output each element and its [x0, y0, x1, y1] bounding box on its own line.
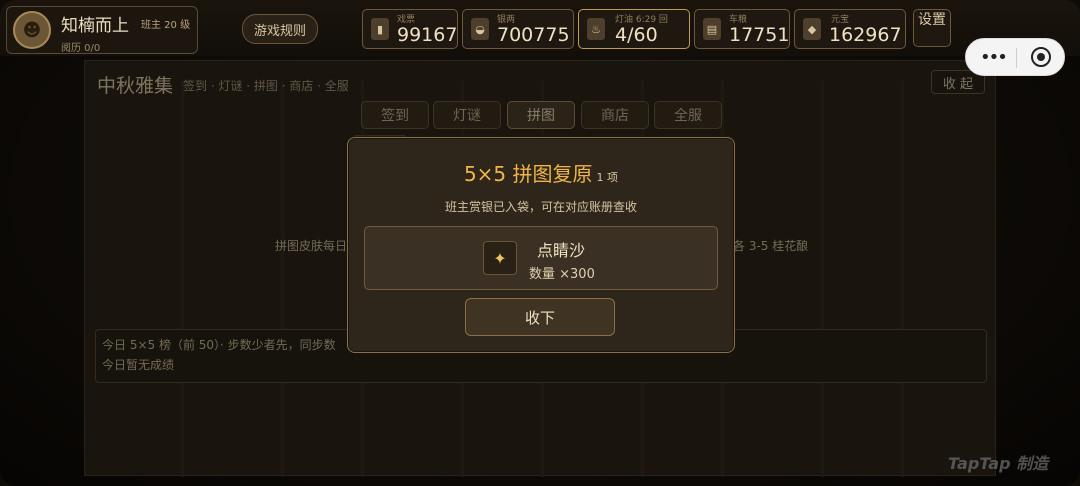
ticket-icon: ▮ — [371, 18, 389, 40]
resource-tickets[interactable]: ▮ 戏票 99167 — [362, 9, 458, 49]
reward-item: ✦ 点睛沙 数量 ×300 — [364, 226, 718, 290]
capsule-divider — [1016, 48, 1017, 68]
resource-value: 700775 — [497, 24, 570, 46]
player-profile[interactable]: ☻ 知楠而上 班主 20 级 阅历 0/0 — [6, 6, 198, 54]
dialog-title-text: 5×5 拼图复原 — [463, 162, 593, 186]
silver-icon: ◒ — [471, 18, 489, 40]
grain-icon: ▤ — [703, 18, 721, 40]
dialog-description: 班主赏银已入袋，可在对应账册查收 — [444, 200, 637, 214]
top-bar: ☻ 知楠而上 班主 20 级 阅历 0/0 游戏规则 ▮ 戏票 99167 ◒ … — [0, 0, 1080, 56]
reward-quantity: 数量 ×300 — [529, 267, 595, 282]
more-options-icon[interactable]: ••• — [980, 47, 1008, 68]
resource-lamp-oil[interactable]: ♨ 灯油 6:29 回 4/60 — [578, 9, 690, 49]
resource-ingots[interactable]: ◆ 元宝 162967 — [794, 9, 906, 49]
reward-dialog: 5×5 拼图复原 1 项 班主赏银已入袋，可在对应账册查收 ✦ 点睛沙 数量 ×3… — [347, 137, 735, 353]
player-experience: 阅历 0/0 — [61, 43, 101, 54]
mini-program-capsule: ••• — [965, 38, 1065, 76]
player-name: 知楠而上 — [61, 16, 129, 36]
oil-lamp-icon: ♨ — [587, 18, 605, 40]
game-rules-button[interactable]: 游戏规则 — [242, 14, 318, 44]
reward-name: 点睛沙 — [537, 241, 586, 260]
accept-button[interactable]: 收下 — [465, 298, 615, 336]
dialog-item-count: 1 项 — [596, 171, 619, 184]
avatar[interactable]: ☻ — [13, 11, 51, 49]
settings-button[interactable]: 设置 — [913, 9, 951, 47]
resource-silver[interactable]: ◒ 银两 700775 — [462, 9, 574, 49]
game-screen: ☻ 知楠而上 班主 20 级 阅历 0/0 游戏规则 ▮ 戏票 99167 ◒ … — [0, 0, 1080, 486]
ingot-icon: ◆ — [803, 18, 821, 40]
resource-value: 99167 — [397, 24, 458, 46]
taptap-watermark: TapTap 制造 — [948, 454, 1049, 473]
close-target-icon[interactable] — [1031, 47, 1051, 67]
gold-sand-icon: ✦ — [483, 241, 517, 275]
player-level: 班主 20 级 — [141, 20, 191, 31]
resource-value: 162967 — [829, 24, 902, 46]
resource-value: 4/60 — [615, 24, 658, 46]
resource-value: 17751 — [729, 24, 790, 46]
resource-grain[interactable]: ▤ 车粮 17751 — [694, 9, 790, 49]
dialog-title: 5×5 拼图复原 1 项 — [348, 158, 734, 187]
